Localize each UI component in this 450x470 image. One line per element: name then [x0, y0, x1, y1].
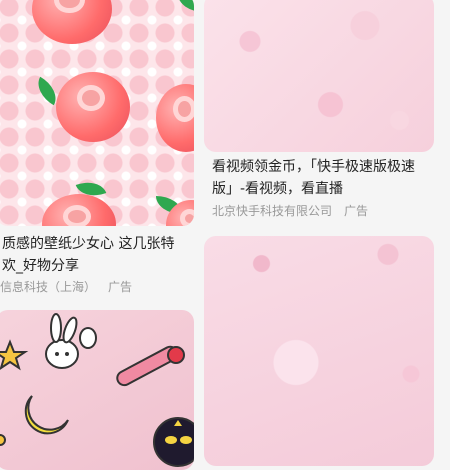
star-icon — [0, 339, 29, 371]
card-title-line1[interactable]: 看视频领金币，「快手极速版极速 — [212, 156, 415, 178]
crescent-moon-icon — [24, 395, 69, 435]
bunny-icon — [45, 339, 79, 369]
apple-graphic — [32, 0, 112, 44]
card-image-pink-petals[interactable] — [204, 236, 434, 466]
apple-graphic — [156, 84, 194, 152]
advertiser-name: 北京快手科技有限公司 — [212, 204, 333, 218]
card-title-line1[interactable]: 质感的壁纸少女心 这几张特 — [2, 233, 174, 255]
ad-badge: 广告 — [344, 204, 369, 218]
leaf-graphic — [178, 0, 194, 12]
card-image-cherry-blossom[interactable] — [204, 0, 434, 152]
apple-graphic — [42, 194, 116, 226]
card-image-sailor-moon[interactable] — [0, 310, 194, 470]
card-image-apples[interactable] — [0, 0, 194, 226]
card-meta: 北京快手科技有限公司 广告 — [212, 202, 368, 219]
card-title-line2[interactable]: 版」-看视频，看直播 — [212, 178, 343, 200]
ad-badge: 广告 — [108, 280, 133, 294]
apple-graphic — [56, 72, 130, 142]
sailor-moon-illustration — [0, 313, 194, 467]
card-meta: 信息科技（上海） 广告 — [0, 278, 132, 295]
card-title-line2[interactable]: 欢_好物分享 — [2, 255, 79, 277]
advertiser-name: 信息科技（上海） — [0, 280, 97, 294]
